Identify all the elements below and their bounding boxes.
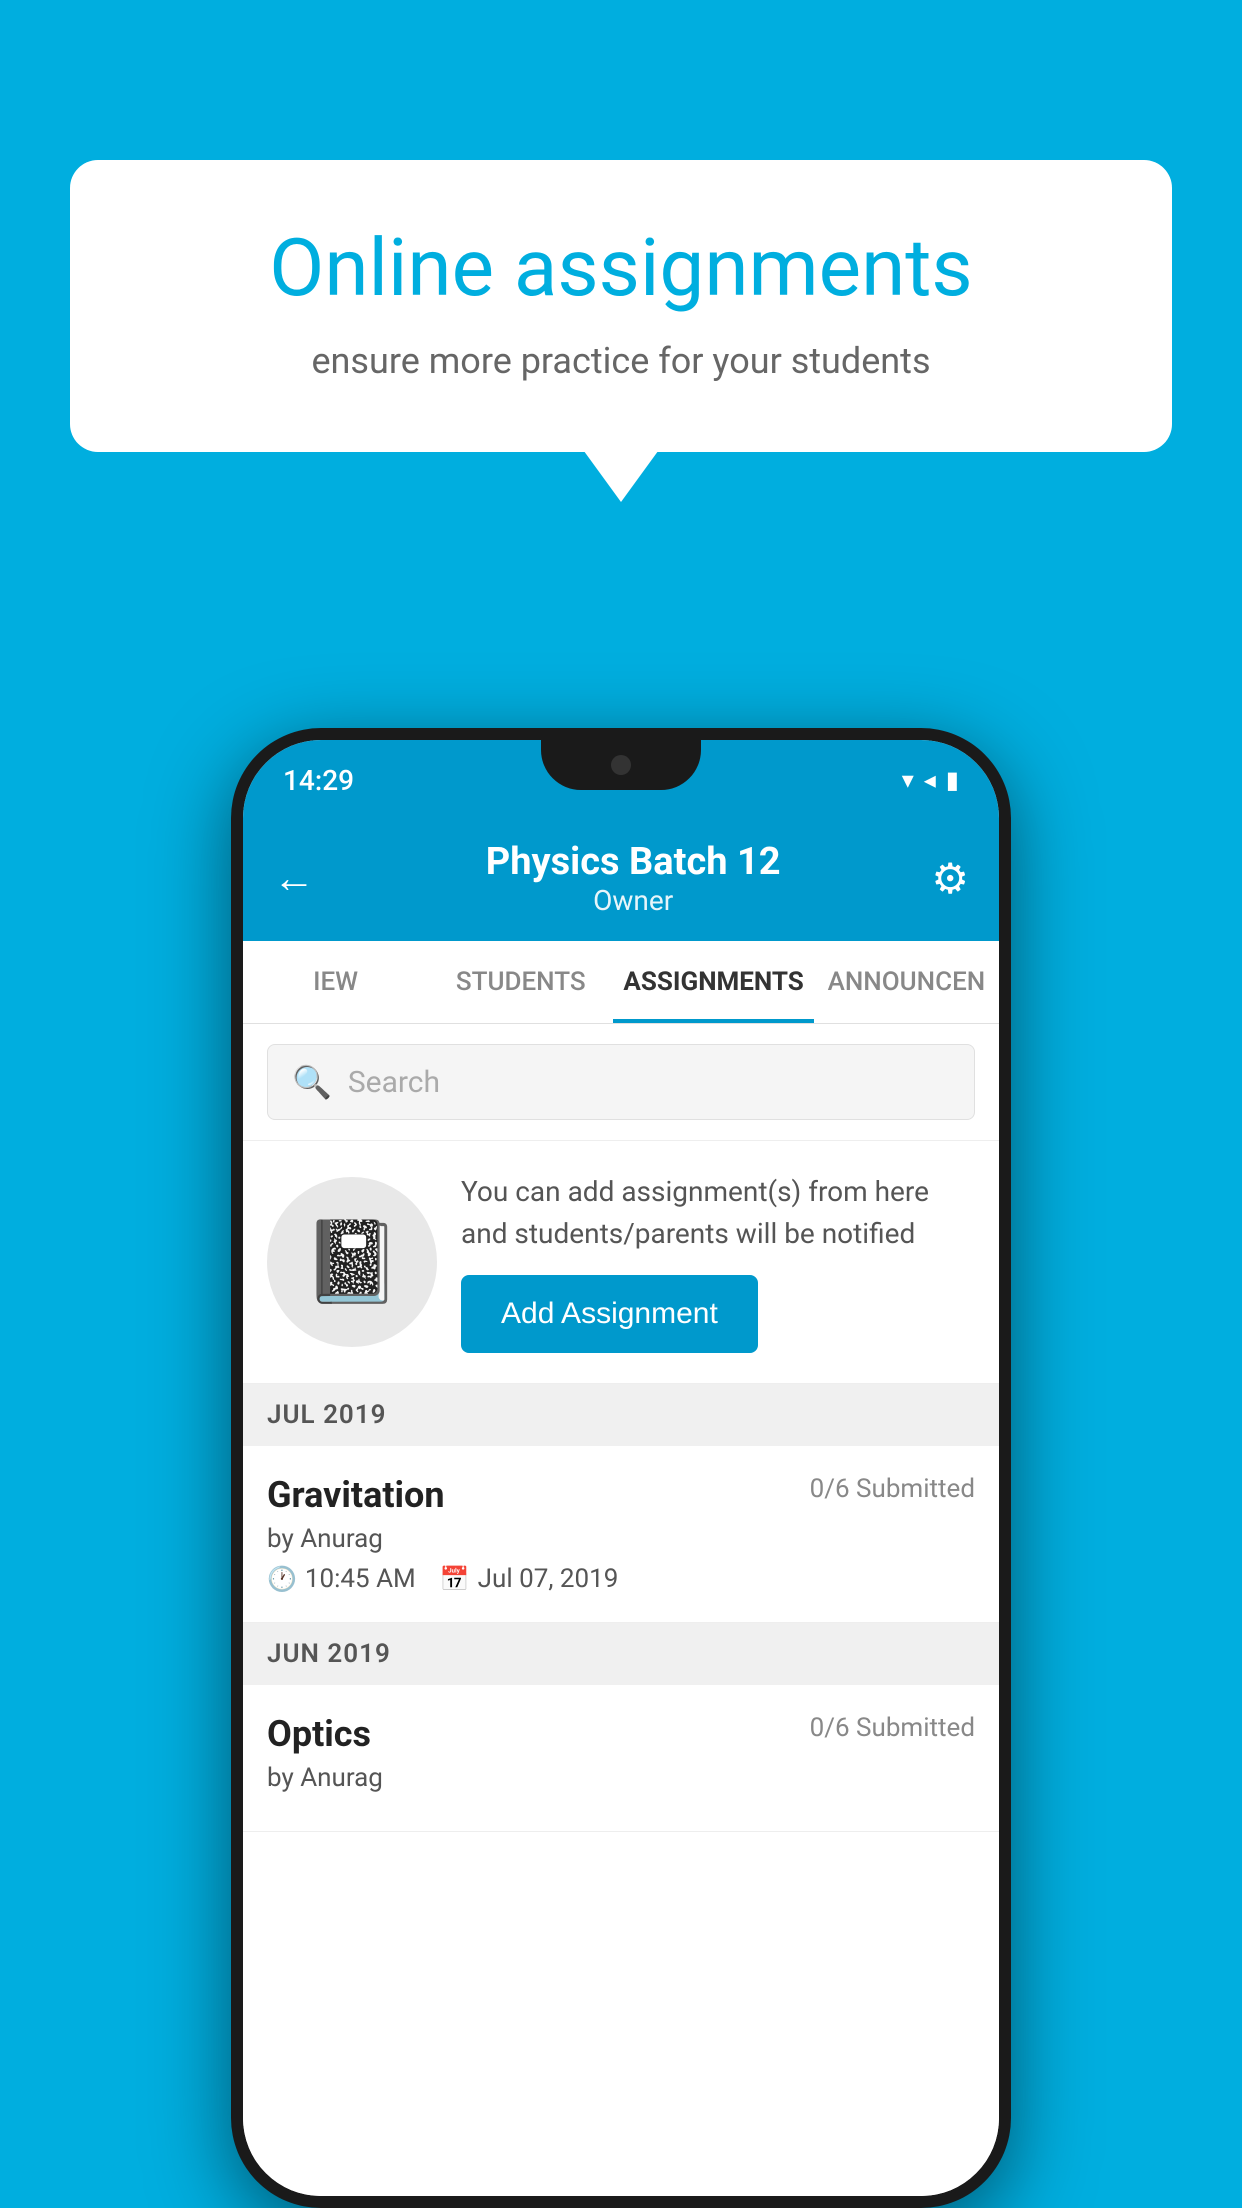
- signal-icon: ◂: [924, 766, 936, 794]
- tab-students[interactable]: STUDENTS: [428, 941, 613, 1023]
- assignment-time-gravitation: 10:45 AM: [305, 1564, 416, 1594]
- assignment-date-gravitation: Jul 07, 2019: [478, 1564, 619, 1594]
- background: Online assignments ensure more practice …: [0, 0, 1242, 2208]
- notch-cutout: [541, 740, 701, 790]
- meta-time-gravitation: 🕐 10:45 AM: [267, 1564, 416, 1594]
- assignment-by-optics: by Anurag: [267, 1763, 975, 1793]
- search-placeholder: Search: [348, 1065, 440, 1100]
- status-icons: ▾ ◂ ▮: [902, 766, 959, 794]
- tabs-bar: IEW STUDENTS ASSIGNMENTS ANNOUNCEN: [243, 941, 999, 1024]
- camera-dot: [611, 755, 631, 775]
- phone-device: 14:29 ▾ ◂ ▮ ← Physics Batch 12 Owner ⚙: [231, 728, 1011, 2208]
- search-bar[interactable]: 🔍 Search: [267, 1044, 975, 1120]
- battery-icon: ▮: [946, 766, 959, 794]
- bubble-subtitle: ensure more practice for your students: [150, 340, 1092, 382]
- back-button[interactable]: ←: [273, 854, 315, 903]
- status-time: 14:29: [283, 764, 354, 797]
- bubble-title: Online assignments: [150, 220, 1092, 316]
- assignment-meta-gravitation: 🕐 10:45 AM 📅 Jul 07, 2019: [267, 1564, 975, 1594]
- assignment-name-gravitation: Gravitation: [267, 1474, 445, 1516]
- submitted-count-gravitation: 0/6 Submitted: [810, 1474, 975, 1504]
- meta-date-gravitation: 📅 Jul 07, 2019: [440, 1564, 619, 1594]
- phone-content: 🔍 Search 📓 You can add assignment(s) fro…: [243, 1024, 999, 2196]
- clock-icon: 🕐: [267, 1565, 297, 1593]
- promo-icon-circle: 📓: [267, 1177, 437, 1347]
- settings-icon[interactable]: ⚙: [931, 854, 969, 904]
- promo-text: You can add assignment(s) from here and …: [461, 1171, 975, 1255]
- notebook-icon: 📓: [302, 1215, 402, 1309]
- assignment-item-optics[interactable]: Optics 0/6 Submitted by Anurag: [243, 1685, 999, 1832]
- header-center: Physics Batch 12 Owner: [335, 840, 931, 917]
- promo-section: 📓 You can add assignment(s) from here an…: [243, 1141, 999, 1384]
- promo-content: You can add assignment(s) from here and …: [461, 1171, 975, 1353]
- wifi-icon: ▾: [902, 766, 914, 794]
- calendar-icon: 📅: [440, 1565, 470, 1593]
- assignment-item-gravitation[interactable]: Gravitation 0/6 Submitted by Anurag 🕐 10…: [243, 1446, 999, 1623]
- assignment-name-optics: Optics: [267, 1713, 371, 1755]
- header-subtitle: Owner: [335, 884, 931, 917]
- tab-iew[interactable]: IEW: [243, 941, 428, 1023]
- section-header-jul: JUL 2019: [243, 1384, 999, 1446]
- search-icon: 🔍: [292, 1063, 332, 1101]
- phone-screen: 14:29 ▾ ◂ ▮ ← Physics Batch 12 Owner ⚙: [243, 740, 999, 2196]
- assignment-top-row: Gravitation 0/6 Submitted: [267, 1474, 975, 1516]
- submitted-count-optics: 0/6 Submitted: [810, 1713, 975, 1743]
- add-assignment-button[interactable]: Add Assignment: [461, 1275, 758, 1353]
- header-title: Physics Batch 12: [335, 840, 931, 884]
- section-header-jun: JUN 2019: [243, 1623, 999, 1685]
- tab-announcements[interactable]: ANNOUNCEN: [814, 941, 999, 1023]
- status-bar: 14:29 ▾ ◂ ▮: [243, 740, 999, 820]
- tab-assignments[interactable]: ASSIGNMENTS: [613, 941, 813, 1023]
- speech-bubble: Online assignments ensure more practice …: [70, 160, 1172, 452]
- search-container: 🔍 Search: [243, 1024, 999, 1141]
- assignment-top-row-optics: Optics 0/6 Submitted: [267, 1713, 975, 1755]
- speech-bubble-container: Online assignments ensure more practice …: [70, 160, 1172, 452]
- app-header: ← Physics Batch 12 Owner ⚙: [243, 820, 999, 941]
- assignment-by-gravitation: by Anurag: [267, 1524, 975, 1554]
